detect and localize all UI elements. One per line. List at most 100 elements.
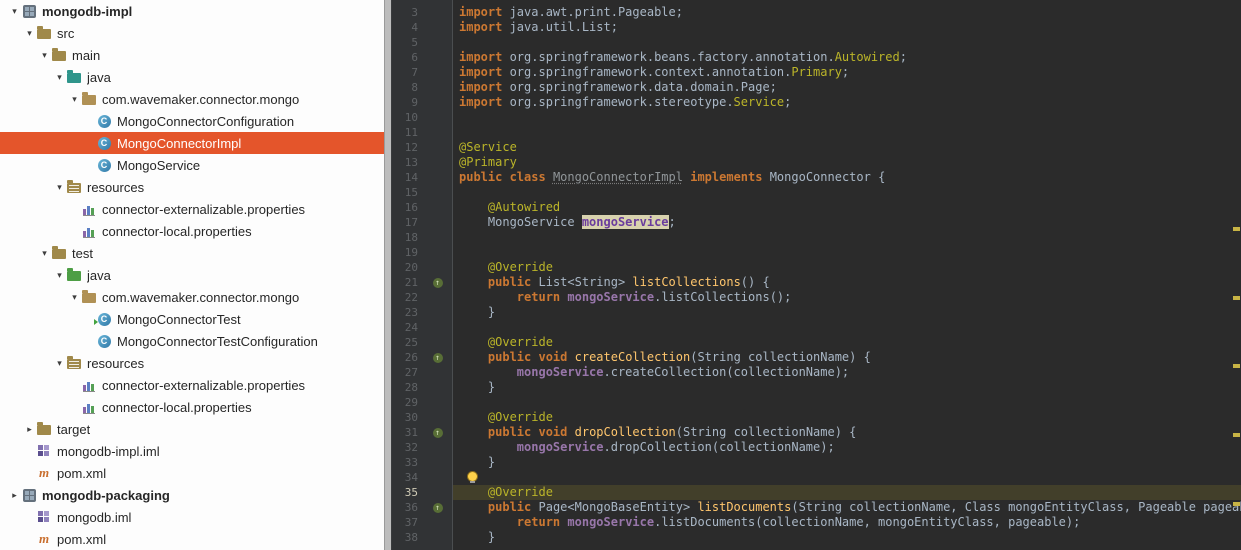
line-number[interactable]: 23 bbox=[392, 305, 422, 320]
tree-item-mongodb-impl[interactable]: ▾mongodb-impl bbox=[0, 0, 384, 22]
panel-splitter[interactable] bbox=[384, 0, 392, 550]
line-number[interactable]: 4 bbox=[392, 20, 422, 35]
override-method-icon[interactable]: ↑ bbox=[433, 278, 443, 288]
line-number[interactable]: 38 bbox=[392, 530, 422, 545]
tree-item-mongoconnectorconfiguration[interactable]: MongoConnectorConfiguration bbox=[0, 110, 384, 132]
tree-item-java[interactable]: ▾java bbox=[0, 264, 384, 286]
line-number[interactable]: 28 bbox=[392, 380, 422, 395]
chevron-down-icon[interactable]: ▾ bbox=[38, 44, 51, 66]
override-method-icon[interactable]: ↑ bbox=[433, 503, 443, 513]
tree-item-com-wavemaker-connector-mongo[interactable]: ▾com.wavemaker.connector.mongo bbox=[0, 286, 384, 308]
tree-item-resources[interactable]: ▾resources bbox=[0, 352, 384, 374]
line-number[interactable]: 11 bbox=[392, 125, 422, 140]
chevron-down-icon[interactable]: ▾ bbox=[53, 352, 66, 374]
line-number[interactable]: 32 bbox=[392, 440, 422, 455]
chevron-down-icon[interactable]: ▾ bbox=[53, 264, 66, 286]
tree-item-connector-externalizable-properties[interactable]: connector-externalizable.properties bbox=[0, 374, 384, 396]
tree-item-label: java bbox=[87, 70, 111, 85]
line-number[interactable]: 7 bbox=[392, 65, 422, 80]
chevron-down-icon[interactable]: ▾ bbox=[8, 0, 21, 22]
tree-item-test[interactable]: ▾test bbox=[0, 242, 384, 264]
line-number[interactable]: 30 bbox=[392, 410, 422, 425]
tree-item-mongoconnectorimpl[interactable]: MongoConnectorImpl bbox=[0, 132, 384, 154]
tree-item-java[interactable]: ▾ java bbox=[0, 66, 384, 88]
chevron-down-icon[interactable]: ▾ bbox=[38, 242, 51, 264]
code-line: 33 } bbox=[392, 455, 1241, 470]
line-number[interactable]: 13 bbox=[392, 155, 422, 170]
line-number[interactable]: 6 bbox=[392, 50, 422, 65]
line-number[interactable]: 3 bbox=[392, 5, 422, 20]
line-number[interactable]: 19 bbox=[392, 245, 422, 260]
usage-stripe-mark[interactable] bbox=[1233, 364, 1240, 368]
intention-bulb-icon[interactable] bbox=[467, 471, 478, 482]
line-number[interactable]: 36 bbox=[392, 500, 422, 515]
chevron-down-icon[interactable]: ▾ bbox=[23, 22, 36, 44]
line-number[interactable]: 14 bbox=[392, 170, 422, 185]
code-line: 14public class MongoConnectorImpl implem… bbox=[392, 170, 1241, 185]
line-number[interactable]: 25 bbox=[392, 335, 422, 350]
tree-item-mongodb-packaging[interactable]: ▸mongodb-packaging bbox=[0, 484, 384, 506]
chevron-down-icon[interactable]: ▾ bbox=[68, 88, 81, 110]
line-number[interactable]: 29 bbox=[392, 395, 422, 410]
tree-item-src[interactable]: ▾src bbox=[0, 22, 384, 44]
code-line: 21↑ public List<String> listCollections(… bbox=[392, 275, 1241, 290]
code-line: 35 @Override bbox=[392, 485, 1241, 500]
chevron-down-icon[interactable]: ▾ bbox=[53, 66, 66, 88]
props-file-icon bbox=[81, 202, 97, 217]
line-number[interactable]: 16 bbox=[392, 200, 422, 215]
line-number[interactable]: 37 bbox=[392, 515, 422, 530]
line-number[interactable]: 20 bbox=[392, 260, 422, 275]
line-number[interactable]: 33 bbox=[392, 455, 422, 470]
line-number[interactable]: 10 bbox=[392, 110, 422, 125]
class-icon bbox=[96, 158, 112, 173]
chevron-right-icon[interactable]: ▸ bbox=[8, 484, 21, 506]
code-text bbox=[453, 185, 1241, 200]
usage-stripe-mark[interactable] bbox=[1233, 502, 1240, 506]
tree-item-connector-externalizable-properties[interactable]: connector-externalizable.properties bbox=[0, 198, 384, 220]
tree-item-mongoconnectortest[interactable]: MongoConnectorTest bbox=[0, 308, 384, 330]
tree-item-mongodb-impl-iml[interactable]: mongodb-impl.iml bbox=[0, 440, 384, 462]
line-number[interactable]: 31 bbox=[392, 425, 422, 440]
line-number[interactable]: 27 bbox=[392, 365, 422, 380]
line-number[interactable]: 8 bbox=[392, 80, 422, 95]
line-number[interactable]: 15 bbox=[392, 185, 422, 200]
chevron-down-icon[interactable]: ▾ bbox=[53, 176, 66, 198]
tree-item-resources[interactable]: ▾resources bbox=[0, 176, 384, 198]
usage-stripe-mark[interactable] bbox=[1233, 296, 1240, 300]
tree-item-connector-local-properties[interactable]: connector-local.properties bbox=[0, 396, 384, 418]
override-method-icon[interactable]: ↑ bbox=[433, 428, 443, 438]
code-editor[interactable]: 3import java.awt.print.Pageable;4import … bbox=[392, 0, 1241, 550]
tree-item-mongoconnectortestconfiguration[interactable]: MongoConnectorTestConfiguration bbox=[0, 330, 384, 352]
class-icon bbox=[96, 136, 112, 151]
usage-stripe-mark[interactable] bbox=[1233, 227, 1240, 231]
line-number[interactable]: 21 bbox=[392, 275, 422, 290]
line-number[interactable]: 26 bbox=[392, 350, 422, 365]
code-text bbox=[453, 125, 1241, 140]
tree-item-com-wavemaker-connector-mongo[interactable]: ▾com.wavemaker.connector.mongo bbox=[0, 88, 384, 110]
tree-item-pom-xml[interactable]: pom.xml bbox=[0, 462, 384, 484]
gutter-cell bbox=[422, 485, 453, 500]
tree-item-mongoservice[interactable]: MongoService bbox=[0, 154, 384, 176]
gutter-cell bbox=[422, 305, 453, 320]
override-method-icon[interactable]: ↑ bbox=[433, 353, 443, 363]
tree-item-connector-local-properties[interactable]: connector-local.properties bbox=[0, 220, 384, 242]
tree-item-mongodb-iml[interactable]: mongodb.iml bbox=[0, 506, 384, 528]
line-number[interactable]: 18 bbox=[392, 230, 422, 245]
tree-item-target[interactable]: ▸target bbox=[0, 418, 384, 440]
tree-item-main[interactable]: ▾main bbox=[0, 44, 384, 66]
tree-item-pom-xml[interactable]: pom.xml bbox=[0, 528, 384, 550]
gutter-cell bbox=[422, 455, 453, 470]
line-number[interactable]: 34 bbox=[392, 470, 422, 485]
line-number[interactable]: 12 bbox=[392, 140, 422, 155]
line-number[interactable]: 5 bbox=[392, 35, 422, 50]
usage-stripe-mark[interactable] bbox=[1233, 433, 1240, 437]
line-number[interactable]: 24 bbox=[392, 320, 422, 335]
code-line: 36↑ public Page<MongoBaseEntity> listDoc… bbox=[392, 500, 1241, 515]
line-number[interactable]: 17 bbox=[392, 215, 422, 230]
chevron-down-icon[interactable]: ▾ bbox=[68, 286, 81, 308]
line-number[interactable]: 9 bbox=[392, 95, 422, 110]
code-line: 15 bbox=[392, 185, 1241, 200]
line-number[interactable]: 35 bbox=[392, 485, 422, 500]
line-number[interactable]: 22 bbox=[392, 290, 422, 305]
chevron-right-icon[interactable]: ▸ bbox=[23, 418, 36, 440]
